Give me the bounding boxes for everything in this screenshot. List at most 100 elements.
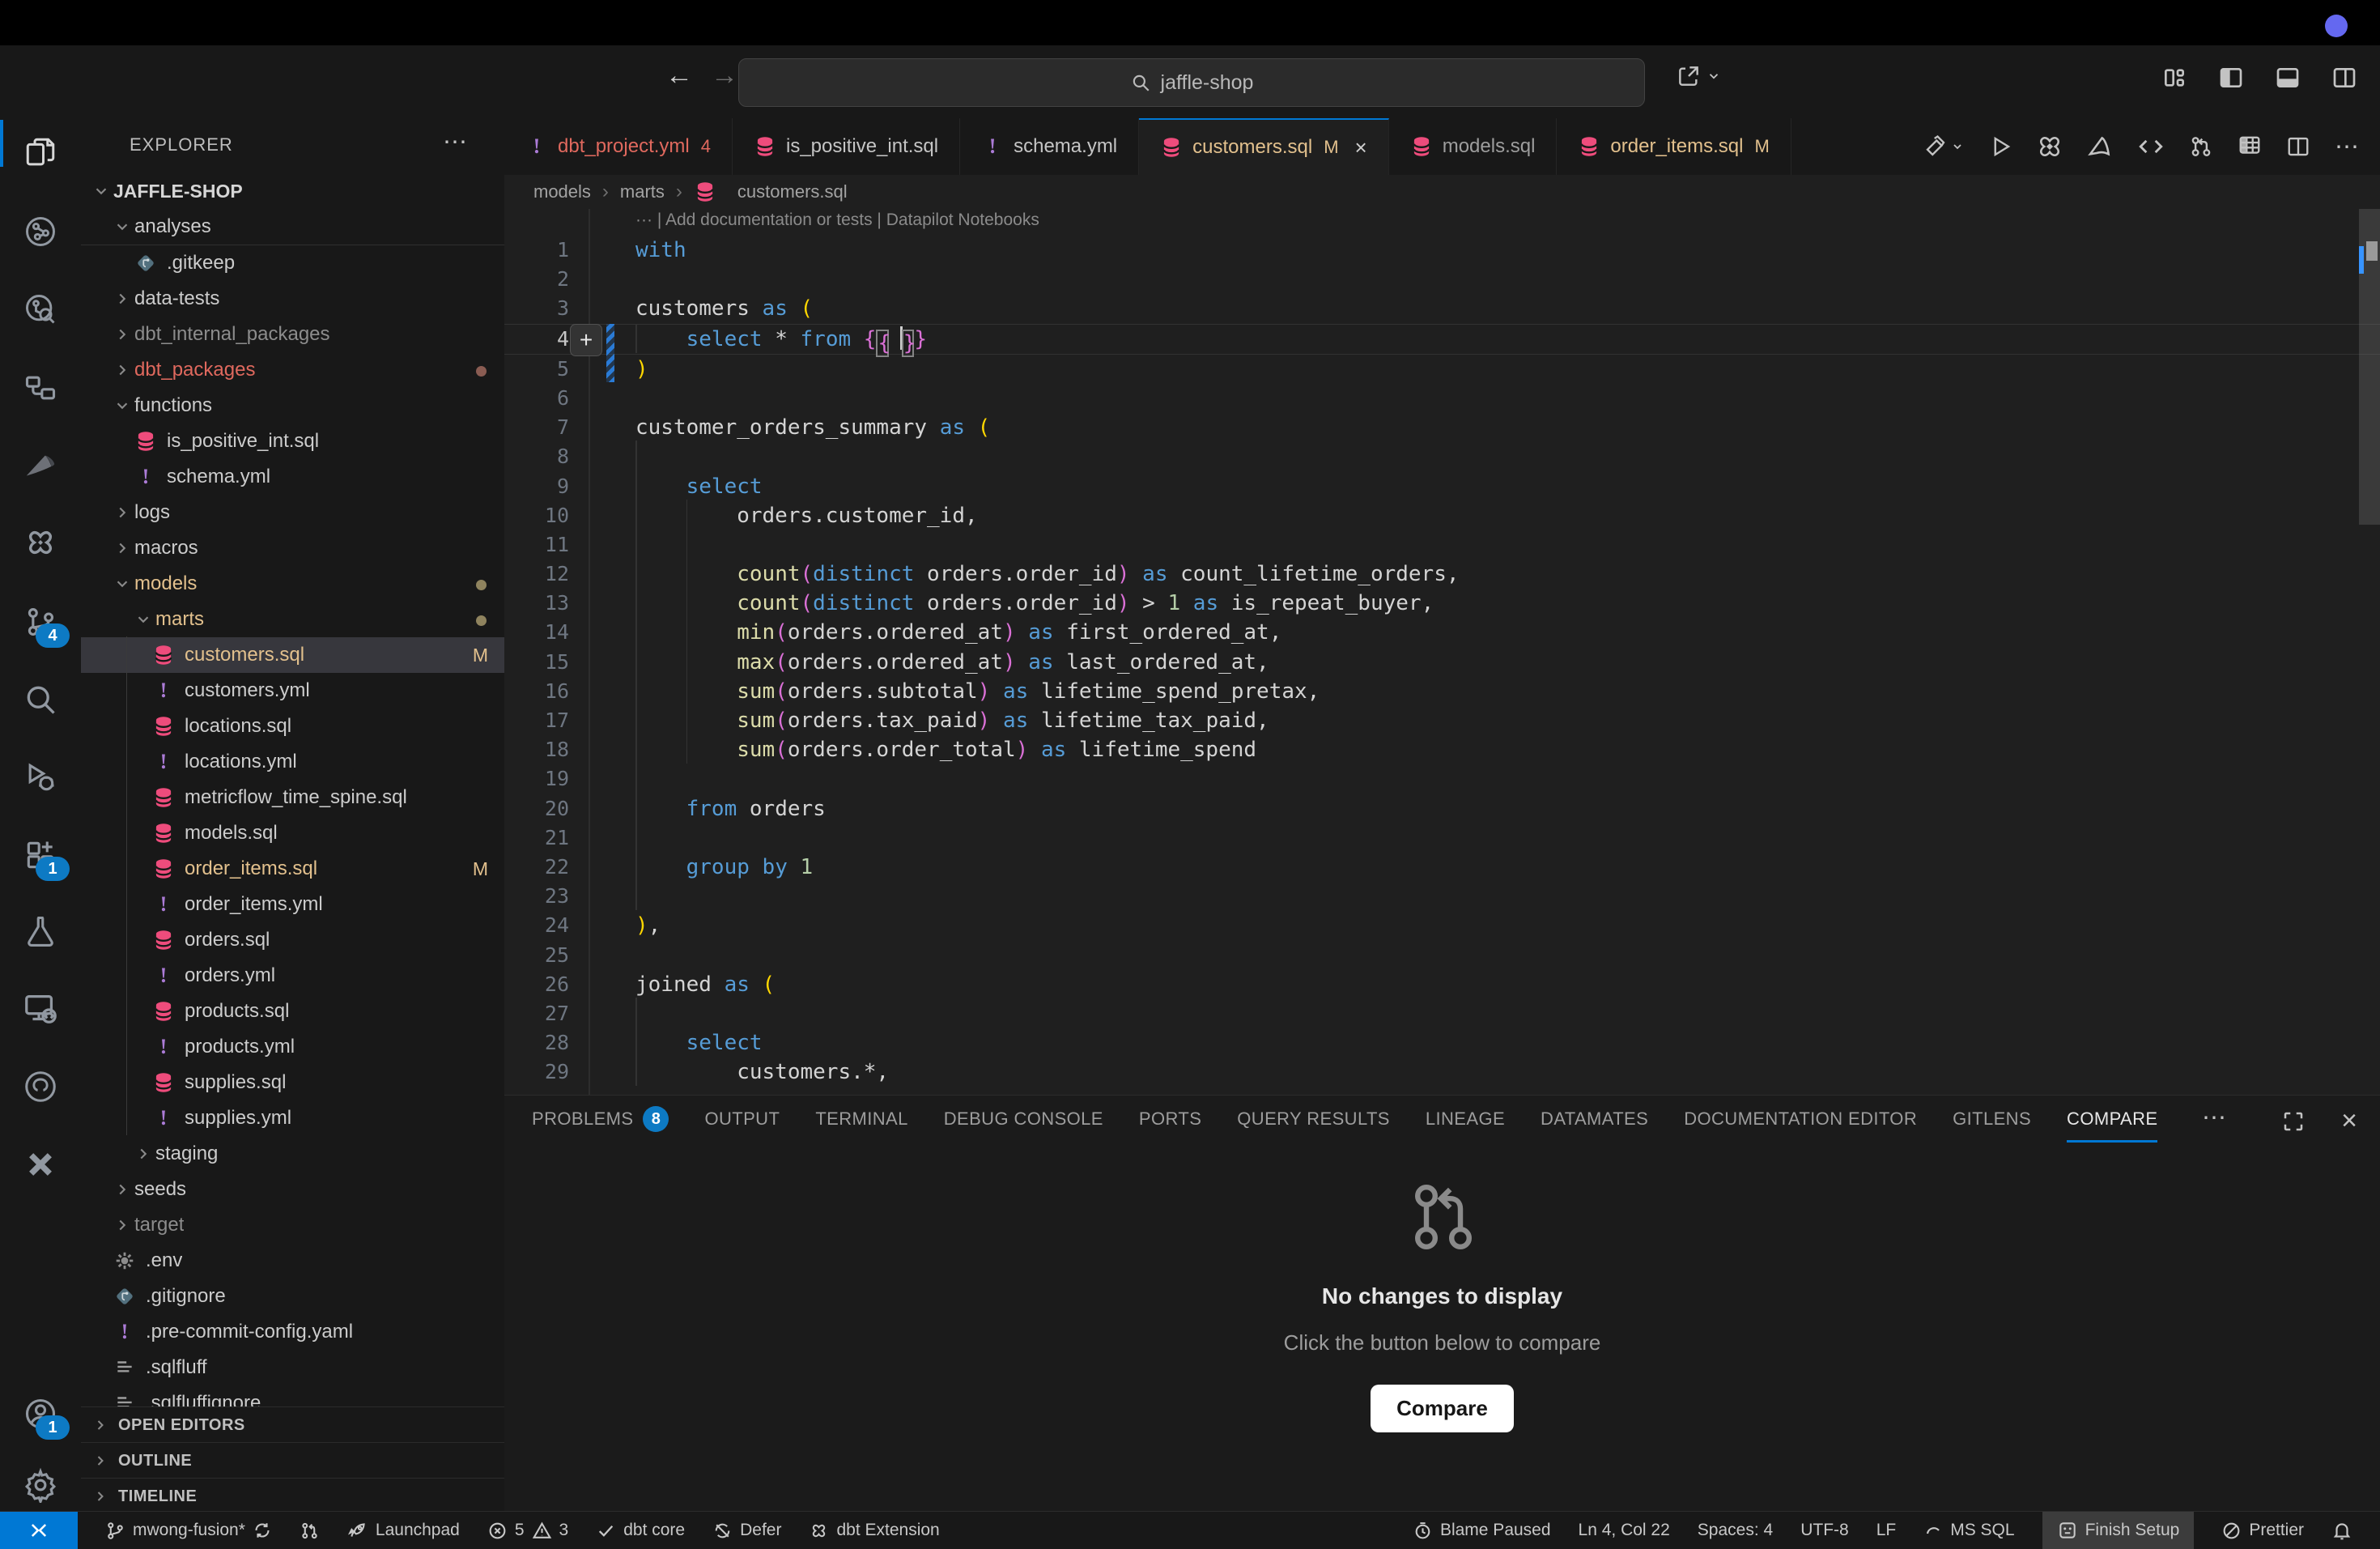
status-item-prettier[interactable]: Prettier xyxy=(2221,1521,2304,1541)
panel-tab-debug-console[interactable]: DEBUG CONSOLE xyxy=(944,1096,1103,1143)
panel-tab-lineage[interactable]: LINEAGE xyxy=(1426,1096,1505,1143)
split-editor-icon[interactable] xyxy=(2286,134,2310,159)
altimate-icon[interactable] xyxy=(2087,134,2113,160)
tree-item-models[interactable]: models xyxy=(81,566,504,602)
more-actions-icon[interactable]: ⋯ xyxy=(2335,133,2359,161)
share-menu-button[interactable] xyxy=(1676,63,1721,89)
breadcrumb-item[interactable]: models xyxy=(533,181,591,202)
remote-indicator[interactable] xyxy=(0,1512,78,1549)
tree-item-locations-sql[interactable]: locations.sql xyxy=(81,709,504,744)
tree-item-models-sql[interactable]: models.sql xyxy=(81,815,504,851)
tree-item-marts[interactable]: marts xyxy=(81,602,504,637)
panel-tab-terminal[interactable]: TERMINAL xyxy=(815,1096,907,1143)
tree-item-customers-yml[interactable]: !customers.yml xyxy=(81,673,504,709)
navigate-forward-icon[interactable]: → xyxy=(711,60,738,91)
status-item-cursor-position[interactable]: Ln 4, Col 22 xyxy=(1579,1521,1670,1540)
tree-item-orders-sql[interactable]: orders.sql xyxy=(81,922,504,958)
maximize-panel-icon[interactable] xyxy=(2281,1109,2306,1134)
tree-item-jaffle-shop[interactable]: JAFFLE-SHOP xyxy=(81,173,504,209)
activity-item-test-beaker[interactable] xyxy=(0,897,81,968)
editor-tab-models-sql[interactable]: models.sql xyxy=(1389,118,1558,175)
tree-item-supplies-yml[interactable]: !supplies.yml xyxy=(81,1100,504,1136)
run-icon[interactable] xyxy=(1988,134,2012,159)
tree-item-customers-sql[interactable]: customers.sqlM xyxy=(81,637,504,673)
tree-item-logs[interactable]: logs xyxy=(81,495,504,530)
tree-item-metricflow-time-spine-sql[interactable]: metricflow_time_spine.sql xyxy=(81,780,504,815)
tree-item-analyses[interactable]: analyses xyxy=(81,209,504,245)
panel-tab-problems[interactable]: PROBLEMS8 xyxy=(532,1096,669,1143)
panel-tab-query-results[interactable]: QUERY RESULTS xyxy=(1237,1096,1390,1143)
toggle-secondary-sidebar-icon[interactable] xyxy=(2331,65,2357,91)
editor-tab-dbt-project-yml[interactable]: !dbt_project.yml4 xyxy=(504,118,733,175)
status-item-dbt-core[interactable]: dbt core xyxy=(596,1521,685,1541)
activity-item-run-debug[interactable] xyxy=(0,743,81,815)
query-results-table-icon[interactable] xyxy=(2238,134,2262,159)
activity-item-search[interactable] xyxy=(0,666,81,737)
code-editor[interactable]: ··· | Add documentation or tests | Datap… xyxy=(504,209,2380,1095)
tree-item-staging[interactable]: staging xyxy=(81,1136,504,1172)
activity-item-account[interactable]: 1 xyxy=(0,1380,81,1451)
tree-item-products-yml[interactable]: !products.yml xyxy=(81,1029,504,1065)
panel-tab-compare[interactable]: COMPARE xyxy=(2067,1096,2157,1143)
status-item-finish-setup[interactable]: Finish Setup xyxy=(2042,1512,2195,1549)
activity-item-extensions[interactable]: 1 xyxy=(0,821,81,892)
status-item-dbt-extension[interactable]: dbt Extension xyxy=(809,1521,939,1541)
panel-tab-datamates[interactable]: DATAMATES xyxy=(1541,1096,1648,1143)
customize-layout-icon[interactable] xyxy=(2161,65,2187,91)
status-item-problems[interactable]: 53 xyxy=(487,1521,568,1541)
tree-item-locations-yml[interactable]: !locations.yml xyxy=(81,744,504,780)
panel-more-tabs-icon[interactable]: ⋯ xyxy=(2202,1104,2226,1132)
tree-item-macros[interactable]: macros xyxy=(81,530,504,566)
navigate-back-icon[interactable]: ← xyxy=(665,60,693,91)
panel-tab-output[interactable]: OUTPUT xyxy=(704,1096,780,1143)
status-item-launchpad[interactable]: Launchpad xyxy=(347,1520,460,1541)
activity-item-dbt-x-solid[interactable] xyxy=(0,1130,81,1202)
compare-button[interactable]: Compare xyxy=(1371,1385,1514,1432)
status-item-indentation[interactable]: Spaces: 4 xyxy=(1698,1521,1773,1540)
activity-item-dbt-power-user[interactable] xyxy=(0,509,81,580)
status-item-notifications[interactable] xyxy=(2331,1520,2352,1541)
section-outline[interactable]: OUTLINE xyxy=(81,1442,504,1479)
tree-item-seeds[interactable]: seeds xyxy=(81,1172,504,1207)
explorer-more-actions-icon[interactable]: ⋯ xyxy=(443,128,467,156)
tree-item-order-items-sql[interactable]: order_items.sqlM xyxy=(81,851,504,887)
git-pull-request-icon[interactable] xyxy=(2189,134,2213,159)
status-item-blame-paused[interactable]: Blame Paused xyxy=(1413,1521,1551,1541)
section-open-editors[interactable]: OPEN EDITORS xyxy=(81,1406,504,1443)
editor-tab-is-positive-int-sql[interactable]: is_positive_int.sql xyxy=(733,118,960,175)
compile-code-icon[interactable] xyxy=(2137,133,2165,160)
status-item-encoding[interactable]: UTF-8 xyxy=(1800,1521,1849,1540)
status-item-branch[interactable]: mwong-fusion* xyxy=(105,1521,272,1541)
tree-item-data-tests[interactable]: data-tests xyxy=(81,281,504,317)
section-timeline[interactable]: TIMELINE xyxy=(81,1478,504,1511)
tree-item-dbt-packages[interactable]: dbt_packages xyxy=(81,352,504,388)
tree-item-is-positive-int-sql[interactable]: is_positive_int.sql xyxy=(81,423,504,459)
close-panel-icon[interactable]: × xyxy=(2341,1105,2357,1137)
tree-item--gitignore[interactable]: .gitignore xyxy=(81,1279,504,1314)
breadcrumb-item[interactable]: customers.sql xyxy=(737,181,848,202)
breadcrumb-item[interactable]: marts xyxy=(620,181,665,202)
status-item-eol[interactable]: LF xyxy=(1876,1521,1897,1540)
tree-item--pre-commit-config-yaml[interactable]: !.pre-commit-config.yaml xyxy=(81,1314,504,1350)
tree-item-dbt-internal-packages[interactable]: dbt_internal_packages xyxy=(81,317,504,352)
toggle-primary-sidebar-icon[interactable] xyxy=(2218,65,2244,91)
activity-item-remote-explorer[interactable] xyxy=(0,975,81,1046)
inline-add-button[interactable]: + xyxy=(570,324,602,356)
activity-item-dbt-model-graph[interactable] xyxy=(0,198,81,269)
tree-item--sqlfluff[interactable]: .sqlfluff xyxy=(81,1350,504,1385)
activity-item-source-control[interactable]: 4 xyxy=(0,588,81,659)
tree-item-products-sql[interactable]: products.sql xyxy=(81,994,504,1029)
codelens-actions[interactable]: ··· | Add documentation or tests | Datap… xyxy=(635,211,1039,236)
command-center-search[interactable]: jaffle-shop xyxy=(738,58,1645,107)
status-item-compare-changes[interactable] xyxy=(300,1521,320,1541)
tree-item-target[interactable]: target xyxy=(81,1207,504,1243)
tree-item-orders-yml[interactable]: !orders.yml xyxy=(81,958,504,994)
activity-item-explorer[interactable] xyxy=(0,118,81,189)
panel-tab-gitlens[interactable]: GITLENS xyxy=(1953,1096,2031,1143)
editor-tab-customers-sql[interactable]: customers.sqlM× xyxy=(1139,118,1389,175)
panel-tab-ports[interactable]: PORTS xyxy=(1139,1096,1201,1143)
status-item-language-mode[interactable]: MS SQL xyxy=(1923,1521,2014,1540)
status-item-defer[interactable]: Defer xyxy=(712,1521,781,1541)
editor-tab-order-items-sql[interactable]: order_items.sqlM xyxy=(1557,118,1791,175)
panel-tab-documentation-editor[interactable]: DOCUMENTATION EDITOR xyxy=(1684,1096,1917,1143)
